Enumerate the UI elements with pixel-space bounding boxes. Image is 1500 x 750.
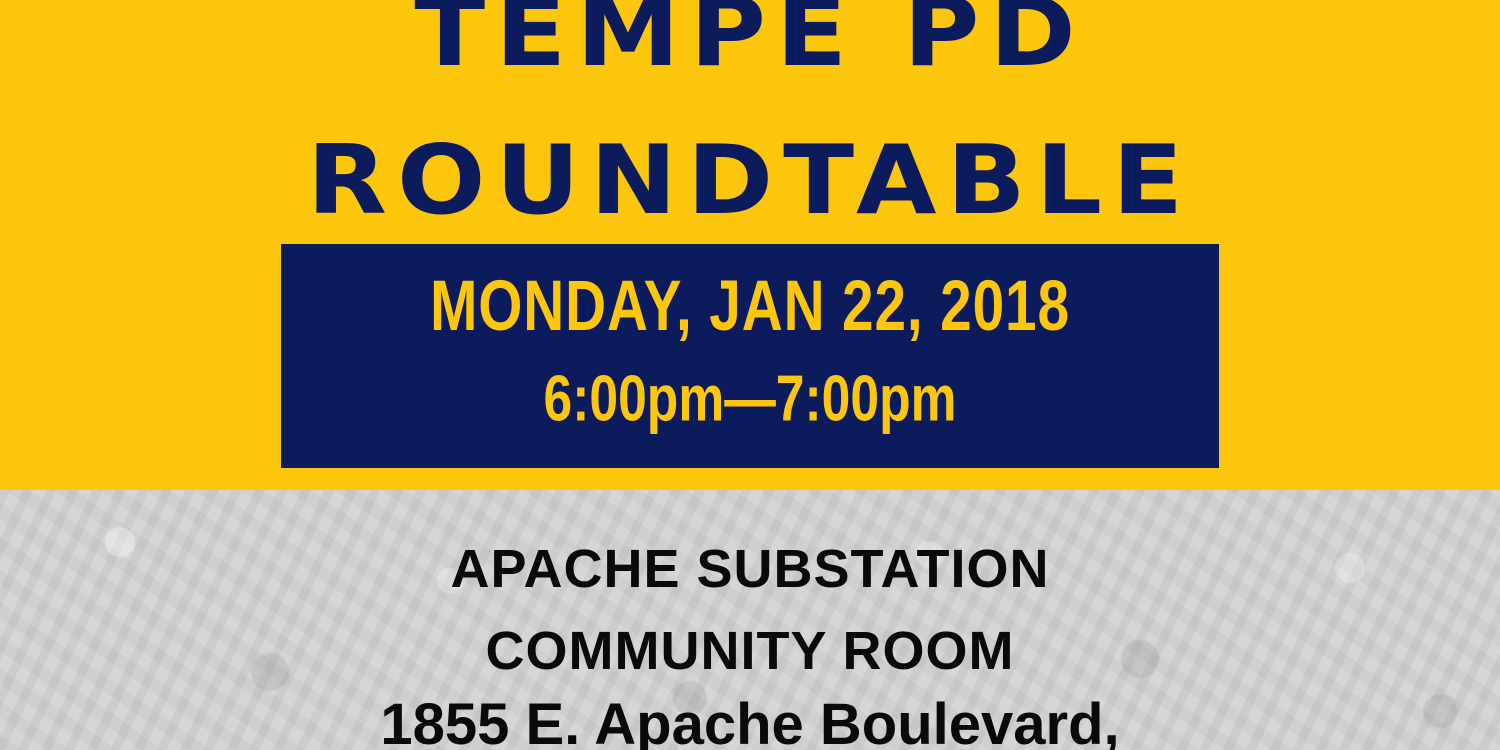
event-time: 6:00pm—7:00pm bbox=[543, 362, 957, 435]
venue-name: APACHE SUBSTATION bbox=[450, 539, 1050, 599]
venue-address: 1855 E. Apache Boulevard, bbox=[380, 692, 1120, 750]
event-flyer: TEMPE PD ROUNDTABLE MONDAY, JAN 22, 2018… bbox=[0, 0, 1500, 750]
event-date: MONDAY, JAN 22, 2018 bbox=[430, 265, 1070, 345]
venue-room: COMMUNITY ROOM bbox=[485, 621, 1015, 681]
title-line-roundtable: ROUNDTABLE bbox=[306, 123, 1194, 237]
date-time-box: MONDAY, JAN 22, 2018 6:00pm—7:00pm bbox=[281, 244, 1219, 468]
title-line-tempe-pd: TEMPE PD bbox=[414, 0, 1086, 89]
